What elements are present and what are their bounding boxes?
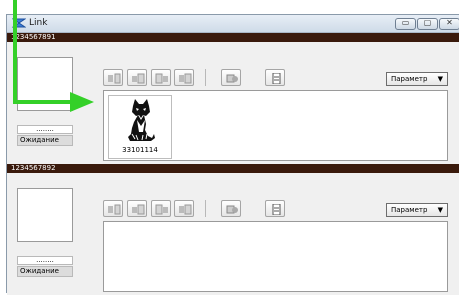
receive-all-icon: [179, 204, 192, 215]
send-left-icon: [108, 204, 121, 215]
device-panel-2: 1234567892 ........ Ожидание Параметр ▼: [7, 164, 459, 295]
settings-icon: [226, 74, 238, 83]
receive-icon: [155, 73, 168, 84]
toolbar-button-1[interactable]: [103, 69, 123, 86]
chevron-down-icon: ▼: [437, 206, 443, 214]
content-area[interactable]: 33101114: [103, 90, 448, 161]
close-icon: ✕: [446, 18, 453, 27]
parameter-dropdown-value: Параметр: [391, 206, 428, 214]
toolbar-button-4[interactable]: [174, 69, 194, 86]
parameter-dropdown-value: Параметр: [391, 75, 428, 83]
chevron-down-icon: ▼: [437, 75, 443, 83]
panel-header: 1234567892: [7, 164, 459, 173]
toolbar-separator: [205, 69, 206, 86]
toolbar-button-3[interactable]: [151, 69, 171, 86]
toolbar-button-1[interactable]: [103, 200, 123, 217]
link-window: Link ▭ ▢ ✕ 1234567891 ........ Ожидание: [6, 14, 459, 295]
preview-box: [17, 188, 73, 242]
panel-header: 1234567891: [7, 33, 459, 42]
progress-field: ........: [17, 125, 73, 134]
receive-all-icon: [179, 73, 192, 84]
progress-field: ........: [17, 256, 73, 265]
document-icon: [272, 204, 281, 215]
toolbar-button-6[interactable]: [265, 200, 285, 217]
send-all-icon: [132, 73, 145, 84]
title-bar[interactable]: Link ▭ ▢ ✕: [7, 15, 459, 33]
image-thumbnail[interactable]: 33101114: [108, 95, 172, 159]
send-all-icon: [132, 204, 145, 215]
parameter-dropdown[interactable]: Параметр ▼: [386, 72, 448, 86]
toolbar-button-6[interactable]: [265, 69, 285, 86]
toolbar-separator: [205, 200, 206, 217]
toolbar-button-2[interactable]: [127, 69, 147, 86]
minimize-icon: ▭: [401, 18, 410, 27]
settings-icon: [226, 205, 238, 214]
toolbar-button-5[interactable]: [221, 69, 241, 86]
toolbar-button-4[interactable]: [174, 200, 194, 217]
minimize-button[interactable]: ▭: [395, 18, 416, 30]
window-title: Link: [29, 18, 48, 28]
annotation-arrow-line: [13, 0, 17, 104]
content-area[interactable]: [103, 221, 448, 292]
maximize-button[interactable]: ▢: [417, 18, 438, 30]
toolbar-button-2[interactable]: [127, 200, 147, 217]
thumbnail-label: 33101114: [122, 146, 158, 154]
annotation-arrow-line: [13, 100, 73, 104]
parameter-dropdown[interactable]: Параметр ▼: [386, 203, 448, 217]
document-icon: [272, 73, 281, 84]
close-button[interactable]: ✕: [439, 18, 459, 30]
annotation-arrow-head-icon: [70, 92, 94, 112]
status-label: Ожидание: [17, 135, 73, 146]
send-left-icon: [108, 73, 121, 84]
husky-image: [128, 99, 155, 141]
receive-icon: [155, 204, 168, 215]
maximize-icon: ▢: [423, 18, 432, 27]
toolbar-button-5[interactable]: [221, 200, 241, 217]
toolbar-button-3[interactable]: [151, 200, 171, 217]
status-label: Ожидание: [17, 266, 73, 277]
